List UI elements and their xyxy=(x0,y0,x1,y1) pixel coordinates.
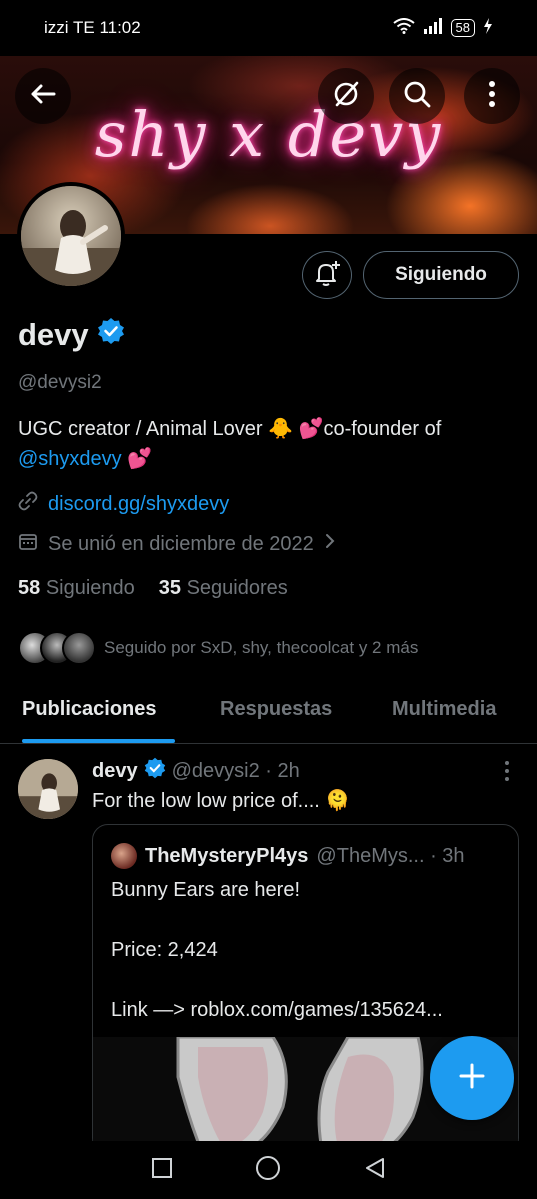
tweet-more-button[interactable] xyxy=(497,760,517,787)
avatar xyxy=(111,843,137,869)
grok-icon xyxy=(331,79,361,114)
circle-icon xyxy=(256,1155,281,1180)
profile-website-link[interactable]: discord.gg/shyxdevy xyxy=(48,493,229,516)
quoted-author-name: TheMysteryPl4ys xyxy=(145,844,309,867)
system-nav-bar xyxy=(0,1141,537,1199)
search-icon xyxy=(402,79,432,114)
notifications-bell-button[interactable] xyxy=(302,251,352,299)
charging-icon xyxy=(483,17,493,39)
tab-posts[interactable]: Publicaciones xyxy=(22,698,157,721)
following-count: 58 xyxy=(18,577,41,599)
carrier-label: izzi TE xyxy=(44,18,95,37)
profile-handle: @devysi2 xyxy=(18,372,102,393)
bell-plus-icon xyxy=(312,258,342,293)
verified-badge-icon[interactable] xyxy=(97,317,125,353)
profile-avatar[interactable] xyxy=(17,182,125,290)
profile-tabs: Publicaciones Respuestas Multimedia xyxy=(0,688,537,744)
followed-by-text: Seguido por SxD, shy, thecoolcat y 2 más xyxy=(104,638,419,657)
plus-icon xyxy=(457,1061,487,1096)
followed-by-row[interactable]: Seguido por SxD, shy, thecoolcat y 2 más xyxy=(18,631,418,665)
bio-line: UGC creator / Animal Lover 🐥 💕co-founder… xyxy=(18,418,442,440)
followers-count-link[interactable]: 35 Seguidores xyxy=(159,577,288,600)
grok-button[interactable] xyxy=(318,68,374,124)
mention-link[interactable]: @shyxdevy xyxy=(18,448,122,470)
link-icon xyxy=(18,491,38,517)
wifi-icon xyxy=(392,17,415,39)
quoted-link-line: Link —> roblox.com/games/135624... xyxy=(111,999,443,1021)
verified-badge-icon xyxy=(144,757,166,785)
following-count-link[interactable]: 58 Siguiendo xyxy=(18,577,135,600)
quoted-price-line: Price: 2,424 xyxy=(111,939,218,961)
more-options-button[interactable] xyxy=(464,68,520,124)
triangle-back-icon xyxy=(365,1157,384,1178)
profile-link-row: discord.gg/shyxdevy xyxy=(18,491,229,517)
signal-icon xyxy=(423,17,443,39)
status-left: izzi TE 11:02 xyxy=(44,18,141,38)
chevron-right-icon xyxy=(324,532,336,556)
tweet-text: For the low low price of.... 🫠 xyxy=(92,790,351,812)
status-right: 58 xyxy=(392,17,493,39)
tweet-avatar-photo xyxy=(18,759,78,819)
bio-emoji: 💕 xyxy=(127,448,153,470)
bio-line-2: @shyxdevy 💕 xyxy=(18,444,523,474)
follow-counts: 58 Siguiendo 35 Seguidores xyxy=(18,577,288,600)
back-arrow-icon xyxy=(29,80,57,113)
avatar xyxy=(62,631,96,665)
compose-post-button[interactable] xyxy=(430,1036,514,1120)
quoted-text-line: Bunny Ears are here! xyxy=(111,879,300,901)
quoted-handle-time: @TheMys... · 3h xyxy=(316,844,465,867)
recents-button[interactable] xyxy=(150,1156,174,1185)
followed-by-avatars xyxy=(18,631,96,665)
following-label: Siguiendo xyxy=(45,577,135,599)
active-tab-indicator xyxy=(22,739,175,743)
banner-neon-text: shy x devy xyxy=(94,98,443,171)
quoted-tweet-header: TheMysteryPl4ys @TheMys... · 3h xyxy=(111,843,465,869)
search-button[interactable] xyxy=(389,68,445,124)
avatar-photo xyxy=(21,186,121,286)
vertical-dots-icon xyxy=(497,761,517,786)
square-icon xyxy=(152,1157,173,1178)
tweet-handle-time: @devysi2 · 2h xyxy=(171,759,300,782)
joined-date-row[interactable]: Se unió en diciembre de 2022 xyxy=(18,531,336,557)
followers-count: 35 xyxy=(158,577,182,599)
status-bar: izzi TE 11:02 58 xyxy=(0,0,537,56)
back-nav-button[interactable] xyxy=(363,1156,387,1185)
following-button[interactable]: Siguiendo xyxy=(363,251,519,299)
followers-label: Seguidores xyxy=(186,577,288,599)
tweet-avatar[interactable] xyxy=(18,759,78,819)
home-button[interactable] xyxy=(254,1154,282,1187)
profile-name: devy xyxy=(18,317,89,352)
profile-name-row: devy xyxy=(18,317,125,353)
profile-bio: UGC creator / Animal Lover 🐥 💕co-founder… xyxy=(18,414,523,474)
back-button[interactable] xyxy=(15,68,71,124)
tweet-author-name[interactable]: devy xyxy=(92,760,138,783)
clock: 11:02 xyxy=(99,18,141,37)
tab-media[interactable]: Multimedia xyxy=(392,698,496,721)
tweet-header: devy @devysi2 · 2h xyxy=(92,757,300,785)
tab-replies[interactable]: Respuestas xyxy=(220,698,332,721)
vertical-dots-icon xyxy=(488,80,496,113)
calendar-icon xyxy=(18,531,38,557)
joined-date-text: Se unió en diciembre de 2022 xyxy=(48,532,314,555)
battery-indicator: 58 xyxy=(450,19,475,37)
